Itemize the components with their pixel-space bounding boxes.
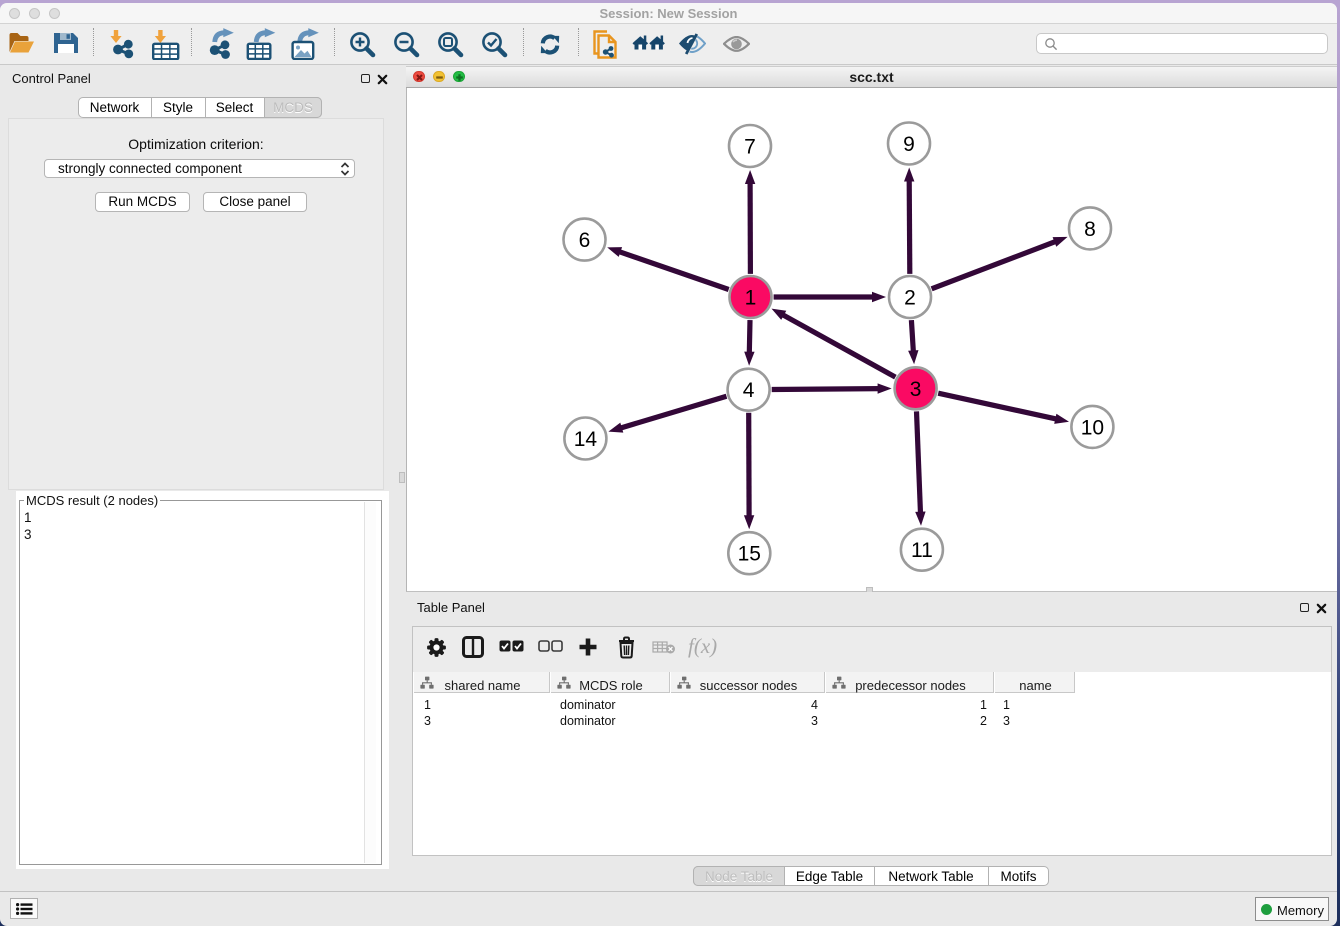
svg-text:4: 4 (743, 379, 755, 402)
svg-text:11: 11 (911, 539, 933, 562)
svg-text:14: 14 (574, 428, 598, 451)
svg-text:7: 7 (744, 136, 756, 159)
svg-text:10: 10 (1081, 416, 1104, 439)
svg-text:3: 3 (910, 378, 922, 401)
svg-text:1: 1 (745, 287, 757, 310)
svg-text:9: 9 (903, 133, 915, 156)
svg-text:15: 15 (738, 543, 761, 566)
svg-text:6: 6 (579, 229, 591, 252)
svg-text:8: 8 (1084, 218, 1096, 241)
svg-text:2: 2 (904, 287, 916, 310)
